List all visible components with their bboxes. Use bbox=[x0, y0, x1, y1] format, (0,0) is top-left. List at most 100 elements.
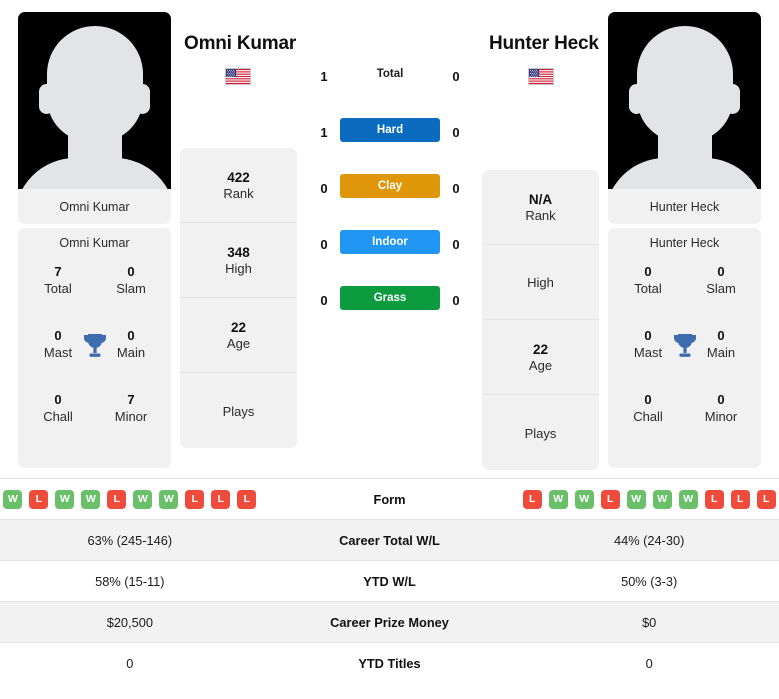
h2h-right-score: 0 bbox=[452, 181, 460, 196]
titles-main: 0 Main bbox=[695, 328, 747, 392]
titles-row-3: 0 Chall 0 Minor bbox=[608, 392, 761, 456]
titles-main: 0 Main bbox=[105, 328, 157, 392]
titles-total: 0 Total bbox=[622, 264, 674, 328]
table-row: WLWWLWWLLL Form LWWLWWWLLL bbox=[0, 478, 779, 519]
form-badge-loss[interactable]: L bbox=[107, 489, 127, 509]
h2h-left-score: 1 bbox=[320, 125, 328, 140]
rank-cell-rank: 422 Rank bbox=[180, 148, 297, 223]
form-badge-loss[interactable]: L bbox=[600, 489, 620, 509]
titles-slam-value: 0 bbox=[717, 264, 725, 279]
form-badge-loss[interactable]: L bbox=[29, 489, 49, 509]
h2h-left-score: 1 bbox=[320, 69, 328, 84]
age-label: Age bbox=[226, 335, 251, 351]
form-badges-right: LWWLWWWLLL bbox=[522, 489, 776, 509]
form-badge-win[interactable]: W bbox=[159, 489, 179, 509]
titles-chall-label: Chall bbox=[43, 409, 73, 424]
row-label-ytd-wl: YTD W/L bbox=[363, 573, 416, 589]
trophy-icon bbox=[672, 332, 698, 360]
form-badge-loss[interactable]: L bbox=[522, 489, 542, 509]
titles-total-value: 7 bbox=[54, 264, 62, 279]
form-badge-win[interactable]: W bbox=[548, 489, 568, 509]
trophy-icon bbox=[82, 332, 108, 360]
table-row: 0 YTD Titles 0 bbox=[0, 642, 779, 683]
row-label-career-total-wl: Career Total W/L bbox=[339, 532, 440, 548]
row-label-career-prize-money: Career Prize Money bbox=[330, 614, 449, 630]
h2h-row-clay: 0 Clay 0 bbox=[305, 174, 475, 230]
player-avatar-card-left[interactable]: Omni Kumar bbox=[18, 12, 171, 224]
titles-minor-label: Minor bbox=[704, 409, 738, 424]
titles-total-label: Total bbox=[634, 281, 662, 296]
rank-card-left: 422 Rank 348 High 22 Age Plays bbox=[180, 148, 297, 448]
h2h-left-score: 0 bbox=[320, 237, 328, 252]
table-row: 63% (245-146) Career Total W/L 44% (24-3… bbox=[0, 519, 779, 560]
titles-main-label: Main bbox=[116, 345, 146, 360]
form-badge-win[interactable]: W bbox=[678, 489, 698, 509]
rank-value: N/A bbox=[528, 191, 553, 207]
form-badge-win[interactable]: W bbox=[626, 489, 646, 509]
surface-badge-grass[interactable]: Grass bbox=[340, 286, 440, 310]
form-strip-right: LWWLWWWLLL bbox=[519, 489, 779, 509]
titles-chall-value: 0 bbox=[644, 392, 652, 407]
surface-badge-clay[interactable]: Clay bbox=[340, 174, 440, 198]
player-name-right[interactable]: Hunter Heck bbox=[489, 33, 599, 55]
avatar-photo-left bbox=[18, 12, 171, 189]
titles-main-label: Main bbox=[706, 345, 736, 360]
player-name-left[interactable]: Omni Kumar bbox=[184, 33, 296, 55]
rank-label: Rank bbox=[525, 207, 556, 223]
form-badge-loss[interactable]: L bbox=[185, 489, 205, 509]
titles-main-value: 0 bbox=[127, 328, 135, 343]
table-row: 58% (15-11) YTD W/L 50% (3-3) bbox=[0, 560, 779, 601]
titles-row-1: 0 Total 0 Slam bbox=[608, 264, 761, 328]
titles-minor: 0 Minor bbox=[695, 392, 747, 456]
form-badge-loss[interactable]: L bbox=[704, 489, 724, 509]
surface-badge-hard[interactable]: Hard bbox=[340, 118, 440, 142]
form-badge-win[interactable]: W bbox=[133, 489, 153, 509]
h2h-row-total: 1 Total 0 bbox=[305, 62, 475, 118]
form-badge-loss[interactable]: L bbox=[730, 489, 750, 509]
titles-slam: 0 Slam bbox=[105, 264, 157, 328]
rank-label: Rank bbox=[223, 185, 254, 201]
player-comparison-page: Omni Kumar Hunter Heck Omni Kumar Hunter… bbox=[0, 0, 779, 699]
rank-card-right: N/A Rank High 22 Age Plays bbox=[482, 170, 599, 470]
comparison-header: Omni Kumar Hunter Heck Omni Kumar Hunter… bbox=[0, 0, 779, 478]
titles-mast-value: 0 bbox=[54, 328, 62, 343]
form-badge-loss[interactable]: L bbox=[756, 489, 776, 509]
h2h-right-score: 0 bbox=[452, 293, 460, 308]
surface-badge-indoor[interactable]: Indoor bbox=[340, 230, 440, 254]
form-badge-win[interactable]: W bbox=[55, 489, 75, 509]
table-row: $20,500 Career Prize Money $0 bbox=[0, 601, 779, 642]
form-badge-win[interactable]: W bbox=[574, 489, 594, 509]
ytd-titles-left: 0 bbox=[126, 655, 134, 671]
age-value: 22 bbox=[532, 341, 549, 357]
us-flag-icon bbox=[528, 68, 554, 85]
titles-card-right: Hunter Heck 0 Total 0 Slam 0 Mast 0 Main… bbox=[608, 228, 761, 468]
plays-label: Plays bbox=[524, 425, 557, 441]
high-label: High bbox=[527, 275, 554, 290]
titles-card-left: Omni Kumar 7 Total 0 Slam 0 Mast 0 Main … bbox=[18, 228, 171, 468]
high-label: High bbox=[225, 260, 252, 276]
rank-value: 422 bbox=[227, 169, 250, 185]
titles-minor: 7 Minor bbox=[105, 392, 157, 456]
us-flag-icon bbox=[225, 68, 251, 85]
rank-cell-high: 348 High bbox=[180, 223, 297, 298]
h2h-label-total: Total bbox=[376, 68, 404, 80]
player-avatar-card-right[interactable]: Hunter Heck bbox=[608, 12, 761, 224]
high-value: 348 bbox=[227, 244, 250, 260]
form-badge-win[interactable]: W bbox=[81, 489, 101, 509]
titles-chall-value: 0 bbox=[54, 392, 62, 407]
rank-cell-rank: N/A Rank bbox=[482, 170, 599, 245]
titles-minor-label: Minor bbox=[114, 409, 148, 424]
titles-mast-label: Mast bbox=[43, 345, 73, 360]
form-badge-win[interactable]: W bbox=[652, 489, 672, 509]
h2h-right-score: 0 bbox=[452, 69, 460, 84]
ytd-wl-left: 58% (15-11) bbox=[95, 573, 165, 589]
form-badge-loss[interactable]: L bbox=[237, 489, 257, 509]
titles-grid-left: 7 Total 0 Slam 0 Mast 0 Main 0 Chall 7 M… bbox=[18, 264, 171, 456]
form-badge-win[interactable]: W bbox=[3, 489, 23, 509]
form-badge-loss[interactable]: L bbox=[211, 489, 231, 509]
h2h-right-score: 0 bbox=[452, 237, 460, 252]
titles-grid-right: 0 Total 0 Slam 0 Mast 0 Main 0 Chall 0 M… bbox=[608, 264, 761, 456]
titles-mast-label: Mast bbox=[633, 345, 663, 360]
rank-cell-age: 22 Age bbox=[482, 320, 599, 395]
titles-chall: 0 Chall bbox=[622, 392, 674, 456]
